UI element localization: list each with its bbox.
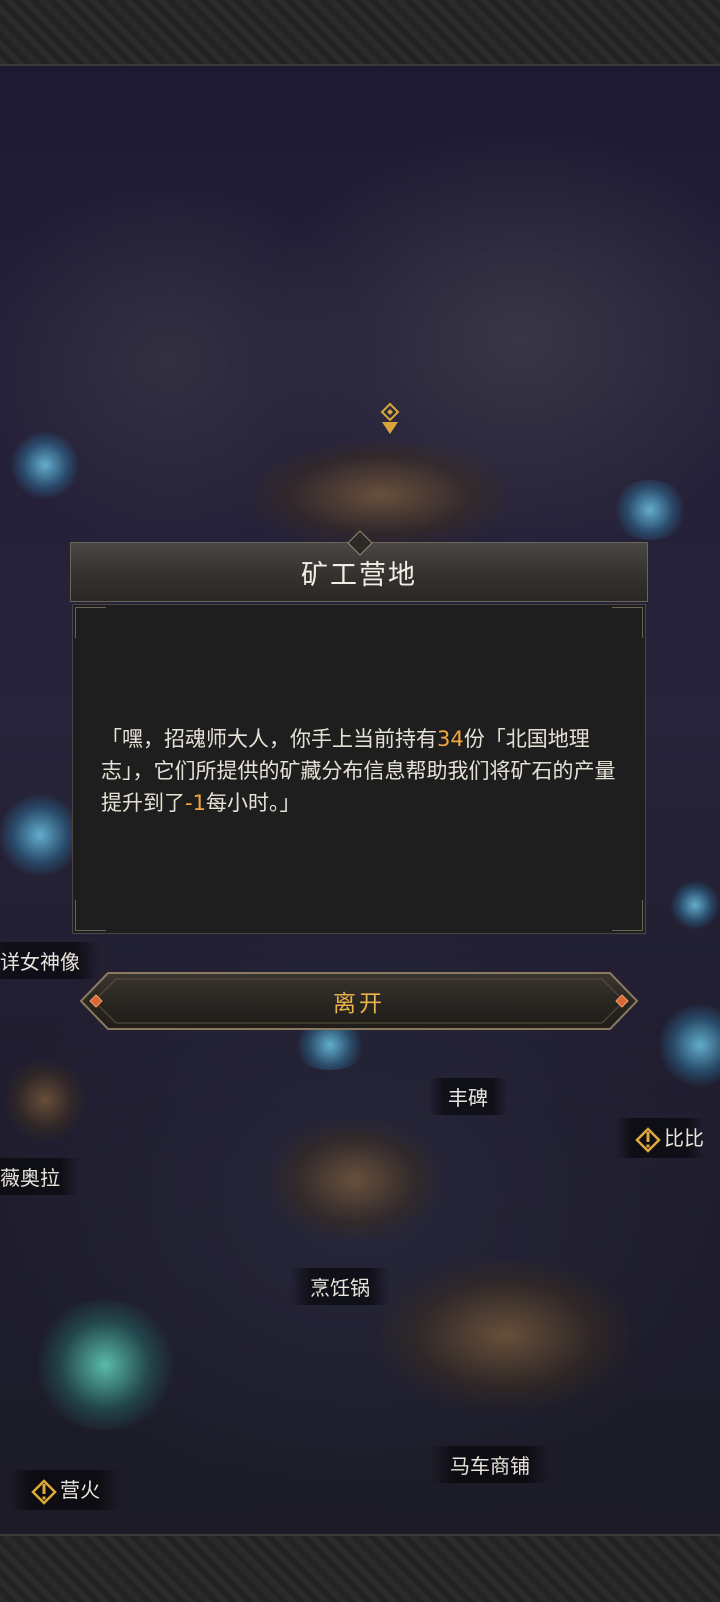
bottom-frame-border — [0, 1534, 720, 1602]
dialog-body: 「嘿，招魂师大人，你手上当前持有34份「北国地理志」，它们所提供的矿藏分布信息帮… — [72, 604, 646, 934]
map-label-text: 比比 — [664, 1126, 704, 1150]
leave-button[interactable]: 离开 — [78, 970, 640, 1032]
map-label-text: 马车商铺 — [450, 1454, 530, 1478]
miner-camp-dialog: 矿工营地 「嘿，招魂师大人，你手上当前持有34份「北国地理志」，它们所提供的矿藏… — [70, 530, 648, 934]
dialog-message: 「嘿，招魂师大人，你手上当前持有34份「北国地理志」，它们所提供的矿藏分布信息帮… — [101, 723, 619, 819]
blue-crystal-light — [0, 790, 80, 880]
exclamation-icon — [31, 1478, 57, 1505]
map-label-fengbei[interactable]: 丰碑 — [428, 1078, 508, 1115]
corner-ornament — [612, 607, 643, 638]
map-label-text: 烹饪锅 — [310, 1276, 370, 1300]
blue-crystal-light — [660, 1000, 720, 1090]
campfire-spirit-light — [30, 1300, 180, 1430]
shrine-prop — [5, 1060, 85, 1140]
cooking-pot-prop — [270, 1120, 440, 1240]
ledger-count: 34 — [437, 727, 464, 751]
blue-crystal-light — [610, 480, 690, 540]
dialog-title: 矿工营地 — [301, 559, 417, 591]
corner-ornament — [75, 900, 106, 931]
map-label-text: 薇奥拉 — [0, 1166, 60, 1190]
leave-button-label: 离开 — [333, 991, 385, 1017]
corner-ornament — [612, 900, 643, 931]
production-rate: -1 — [185, 791, 206, 815]
map-label-campfire[interactable]: 营火 — [10, 1470, 120, 1510]
top-frame-border — [0, 0, 720, 66]
carriage-prop — [380, 1260, 630, 1410]
map-label-cooking-pot[interactable]: 烹饪锅 — [290, 1268, 390, 1305]
corner-ornament — [75, 607, 106, 638]
message-part: 「嘿，招魂师大人，你手上当前持有 — [101, 727, 437, 751]
blue-crystal-light — [10, 430, 80, 500]
exclamation-icon — [635, 1126, 661, 1153]
blue-crystal-light — [670, 880, 720, 930]
map-label-text: 营火 — [60, 1478, 100, 1502]
map-pin-icon[interactable] — [378, 402, 402, 436]
map-label-weiaola[interactable]: 薇奥拉 — [0, 1158, 80, 1195]
map-label-bibi[interactable]: 比比 — [614, 1118, 704, 1158]
map-label-text: 丰碑 — [448, 1086, 488, 1110]
map-label-carriage-shop[interactable]: 马车商铺 — [430, 1446, 550, 1483]
map-label-text: 详女神像 — [0, 950, 80, 974]
mine-entrance-prop — [250, 440, 510, 550]
message-part: 每小时。」 — [205, 791, 301, 815]
